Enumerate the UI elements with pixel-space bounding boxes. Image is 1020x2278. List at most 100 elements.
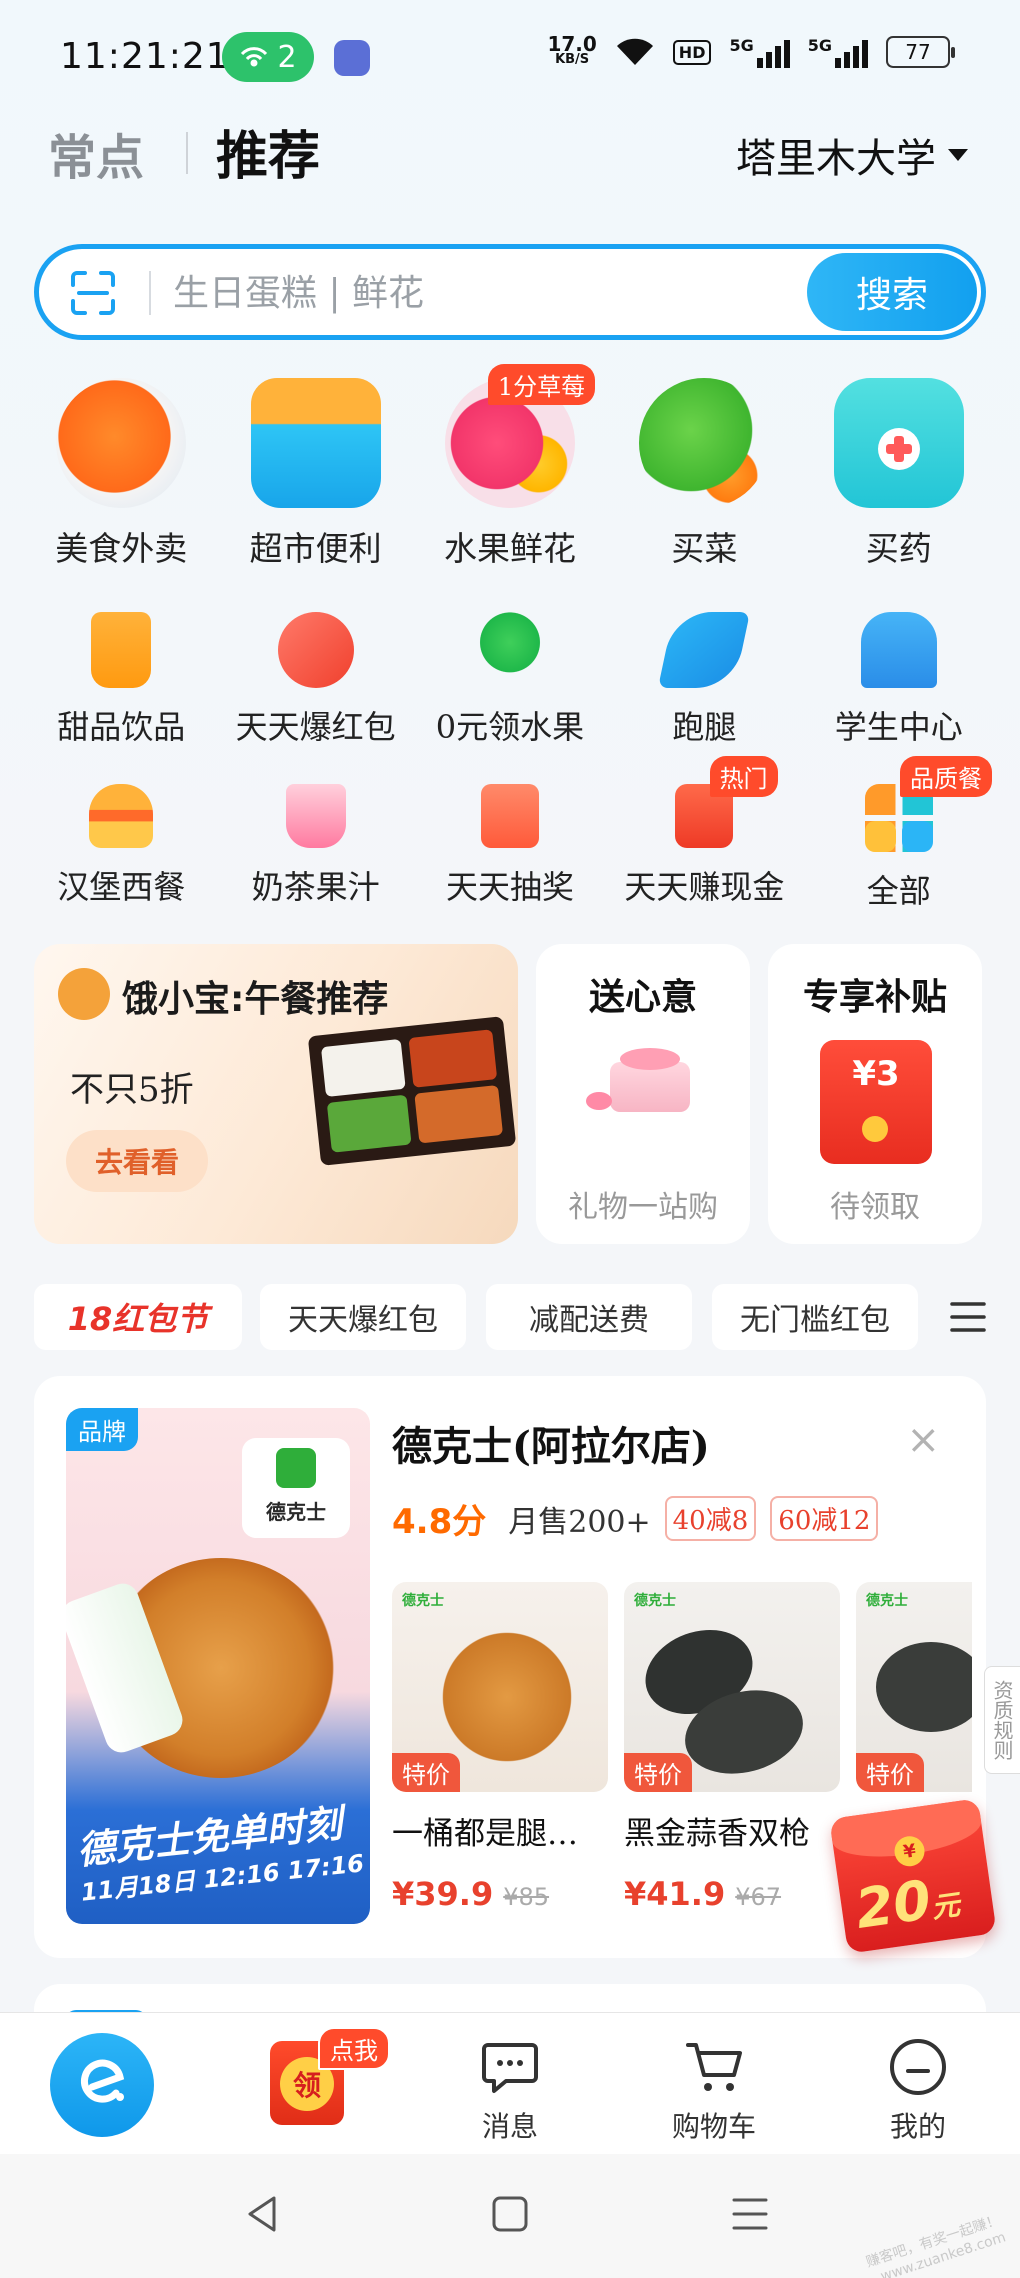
product-brand: 德克士 (634, 1593, 676, 1609)
category-fruit-flower[interactable]: 1分草莓 水果鲜花 (413, 364, 607, 570)
category-label: 跑腿 (672, 708, 737, 746)
product-tag: 特价 (624, 1753, 692, 1792)
category-row-2: 甜品饮品 天天爆红包 0元领水果 跑腿 学生中心 (24, 612, 996, 748)
nav-home-button[interactable] (50, 2033, 154, 2137)
sim1-label: 5G (729, 36, 754, 55)
home-icon[interactable] (488, 2192, 532, 2236)
message-icon (482, 2043, 538, 2093)
tab-frequent[interactable]: 常点 (48, 118, 144, 188)
battery-level: 77 (905, 40, 931, 64)
product-item[interactable]: 德克士 特价 一桶都是腿… ¥39.9 ¥85 (392, 1582, 608, 1913)
discount-tag: 60减12 (770, 1496, 879, 1541)
nav-messages[interactable]: 消息 (408, 2013, 612, 2155)
chip-daily-red-packet[interactable]: 天天爆红包 (260, 1284, 466, 1350)
school-icon (860, 612, 937, 688)
app-notification-icon (334, 40, 370, 76)
promo-gift-card[interactable]: 送心意 礼物一站购 (536, 944, 750, 1244)
burger-icon (89, 784, 154, 848)
search-divider (149, 271, 151, 315)
category-supermarket[interactable]: 超市便利 (218, 378, 412, 570)
category-burger[interactable]: 汉堡西餐 (24, 784, 218, 912)
category-label: 0元领水果 (435, 708, 585, 746)
category-vegetable[interactable]: 买菜 (607, 378, 801, 570)
product-item[interactable]: 德克士 特价 (856, 1582, 972, 1792)
logo-mark (276, 1448, 316, 1488)
runner-icon (658, 612, 751, 688)
promo-subsidy-card[interactable]: 专享补贴 ¥3 待领取 (768, 944, 982, 1244)
red-packet-icon: ¥3 (820, 1040, 932, 1164)
chip-reduced-delivery[interactable]: 减配送费 (486, 1284, 692, 1350)
nav-mine[interactable]: 我的 (816, 2013, 1020, 2155)
category-label: 天天抽奖 (445, 868, 574, 906)
milk-tea-icon (285, 784, 346, 848)
product-name: 黑金蒜香双枪 (624, 1816, 810, 1852)
store-name[interactable]: 德克士(阿拉尔店) (392, 1414, 710, 1472)
store-meta: 4.8分 月售200+ 40减8 60减12 (392, 1494, 879, 1543)
nav-label: 购物车 (671, 2110, 756, 2143)
system-navigation-bar: 赚客吧，有奖一起赚！ www.zuanke8.com (0, 2154, 1020, 2278)
category-medicine[interactable]: 买药 (802, 378, 996, 570)
profile-icon (890, 2039, 946, 2095)
store-rating: 4.8分 (392, 1502, 487, 1542)
category-dessert-drink[interactable]: 甜品饮品 (24, 612, 218, 748)
medicine-icon (833, 378, 964, 508)
dicos-logo: 德克士 (242, 1438, 350, 1538)
category-label: 买菜 (671, 529, 738, 568)
category-lottery[interactable]: 天天抽奖 (413, 784, 607, 912)
category-student-center[interactable]: 学生中心 (802, 612, 996, 748)
search-button[interactable]: 搜索 (807, 253, 977, 331)
scan-icon[interactable] (69, 269, 117, 317)
hd-icon: HD (672, 39, 712, 65)
mascot-icon (58, 968, 110, 1020)
search-input[interactable] (173, 265, 823, 321)
nav-cart[interactable]: 购物车 (612, 2013, 816, 2155)
category-milk-tea[interactable]: 奶茶果汁 (218, 784, 412, 912)
price-original: ¥67 (735, 1883, 782, 1911)
drink-cup-icon (91, 612, 152, 688)
cart-icon (686, 2043, 742, 2091)
category-earn-cash[interactable]: 热门 天天赚现金 (607, 756, 801, 912)
category-badge: 品质餐 (899, 756, 992, 797)
tab-recommend[interactable]: 推荐 (216, 114, 320, 189)
category-badge: 热门 (709, 756, 778, 797)
location-name: 塔里木大学 (736, 136, 936, 182)
category-all[interactable]: 品质餐 全部 (802, 756, 996, 912)
sim2-label: 5G (807, 36, 832, 55)
cake-image (586, 1048, 690, 1118)
bottom-nav: 领 点我 消息 购物车 我的 (0, 2012, 1020, 2154)
promo-go-button[interactable]: 去看看 (66, 1130, 208, 1192)
location-selector[interactable]: 塔里木大学 (736, 126, 968, 184)
packet-amount-wrap: 20元 (852, 1864, 963, 1941)
logo-text: 德克士 (266, 1500, 326, 1524)
signal-bars-icon (756, 36, 790, 68)
packet-unit: 元 (929, 1887, 962, 1925)
category-food-delivery[interactable]: 美食外卖 (24, 378, 218, 570)
category-label: 全部 (866, 872, 931, 910)
chip-red-packet-festival[interactable]: 18红包节 (34, 1284, 242, 1350)
net-speed-value: 17.0 (547, 32, 597, 56)
product-item[interactable]: 德克士 特价 黑金蒜香双枪 ¥41.9 ¥67 (624, 1582, 840, 1913)
category-errand[interactable]: 跑腿 (607, 612, 801, 748)
price-now: ¥41.9 (624, 1875, 726, 1913)
wifi-icon (616, 38, 653, 65)
recents-icon[interactable] (728, 2192, 772, 2236)
category-red-packet-burst[interactable]: 天天爆红包 (218, 612, 412, 748)
search-bar: 搜索 (34, 244, 986, 340)
qualification-rules-tab[interactable]: 资质规则 (984, 1666, 1020, 1774)
chip-no-threshold[interactable]: 无门槛红包 (712, 1284, 918, 1350)
watermark: 赚客吧，有奖一起赚！ www.zuanke8.com (864, 2211, 1008, 2278)
store-poster[interactable]: 品牌 德克士 德克士免单时刻 11月18日 12:16 17:16 (66, 1408, 370, 1924)
packet-amount: 20 (851, 1868, 935, 1941)
black-chicken-image (876, 1642, 972, 1732)
back-icon[interactable] (240, 2192, 284, 2236)
category-free-fruit[interactable]: 0元领水果 (413, 612, 607, 748)
close-icon[interactable]: × (906, 1420, 940, 1460)
brand-tag: 品牌 (66, 1408, 138, 1451)
floating-red-packet[interactable]: ¥ 20元 (829, 1798, 997, 1954)
promo-lunch-card[interactable]: 饿小宝:午餐推荐 不只5折 去看看 (34, 944, 518, 1244)
category-label: 汉堡西餐 (57, 868, 186, 906)
price-now: ¥39.9 (392, 1875, 494, 1913)
chicken-image (432, 1622, 582, 1772)
menu-icon[interactable] (950, 1300, 986, 1334)
subsidy-subtitle: 待领取 (830, 1190, 920, 1225)
